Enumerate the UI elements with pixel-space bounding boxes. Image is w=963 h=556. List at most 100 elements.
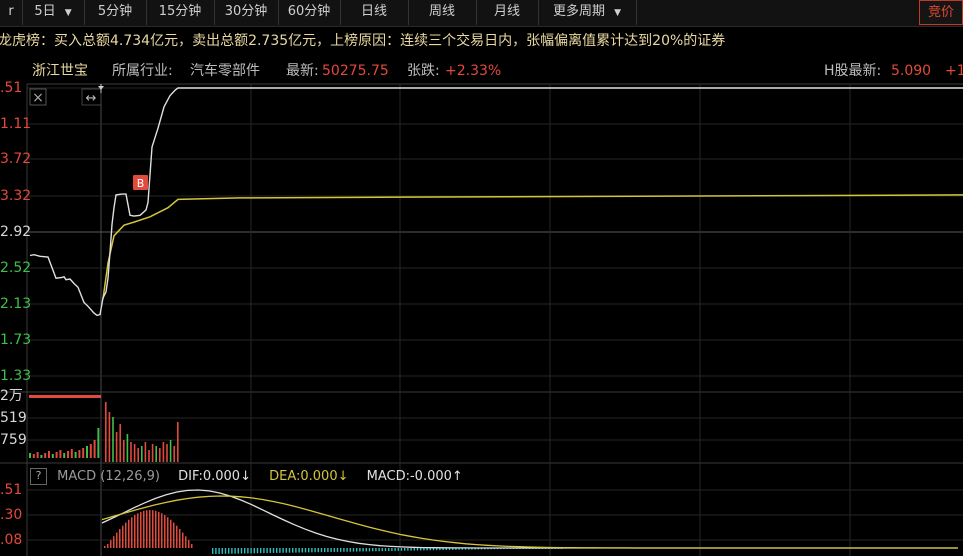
price-line (29, 87, 963, 317)
macd-bar (423, 548, 425, 551)
macd-bar (429, 548, 431, 551)
macd-bar (394, 548, 396, 551)
volume-bar (166, 444, 168, 462)
macd-axis-label: .51 (0, 482, 23, 498)
macd-bar (388, 548, 390, 551)
volume-bar (115, 432, 118, 462)
price-axis-label: 3.72 (0, 151, 32, 167)
macd-bar (107, 544, 109, 548)
macd-bar (336, 548, 339, 552)
volume-bar (40, 455, 43, 458)
macd-bar (368, 548, 371, 552)
price-axis-label: 1.11 (0, 116, 32, 132)
macd-dif-value: DIF:0.000↓ (178, 469, 251, 484)
volume-bars (29, 395, 179, 462)
macd-bar (276, 548, 278, 553)
volume-bar (162, 442, 165, 462)
macd-bar (426, 548, 428, 551)
macd-axis-label: .30 (0, 507, 23, 523)
macd-bar (185, 536, 187, 548)
macd-bar (149, 510, 151, 548)
volume-bar (44, 453, 47, 458)
volume-bar (36, 452, 39, 458)
macd-bar (327, 548, 329, 553)
macd-bar (256, 548, 259, 554)
macd-bar (224, 548, 227, 554)
macd-bar (182, 532, 184, 548)
volume-bar (93, 440, 96, 458)
macd-header: ? MACD (12,26,9) DIF:0.000↓ DEA:0.000↓ M… (30, 467, 463, 487)
volume-bar (97, 428, 100, 458)
macd-bar (292, 548, 294, 553)
macd-indicator-label[interactable]: MACD (12,26,9) (57, 469, 160, 484)
buy-marker-label: B (137, 177, 145, 190)
buy-marker[interactable]: B (133, 175, 148, 190)
volume-bar (133, 444, 136, 462)
macd-bar (282, 548, 284, 553)
macd-bar (400, 548, 403, 551)
volume-bar (144, 442, 147, 462)
volume-bar (32, 454, 35, 458)
help-icon[interactable]: ? (30, 468, 47, 485)
macd-bar (272, 548, 275, 553)
macd-bar (244, 548, 246, 554)
macd-bar (119, 529, 121, 548)
volume-bar (137, 448, 139, 462)
macd-bar (397, 548, 399, 551)
macd-bar (391, 548, 393, 551)
resize-handle-icon[interactable]: ↔ (81, 88, 102, 106)
close-icon[interactable]: × (29, 88, 47, 106)
macd-bar (161, 513, 163, 548)
macd-bar (122, 525, 124, 548)
macd-bar (191, 544, 193, 548)
macd-bar (260, 548, 262, 554)
macd-bar (343, 548, 345, 552)
macd-bar (176, 525, 178, 548)
volume-bar (86, 446, 88, 458)
macd-bar (128, 519, 130, 548)
volume-bar (108, 412, 111, 462)
macd-bar (266, 548, 268, 554)
macd-bar (250, 548, 252, 554)
macd-dif-line (101, 489, 958, 549)
volume-bar (29, 395, 101, 398)
macd-bar (131, 517, 133, 548)
price-axis-label: 2.52 (0, 260, 32, 276)
macd-bar (125, 522, 127, 548)
macd-bar (420, 548, 422, 551)
price-axis-label: 2.92 (0, 224, 32, 240)
macd-bar (365, 548, 367, 552)
macd-bar (285, 548, 287, 553)
macd-bar (330, 548, 332, 552)
volume-bar (59, 450, 62, 458)
volume-bar (151, 444, 154, 462)
macd-bar (308, 548, 310, 553)
macd-value: MACD:-0.000↑ (366, 469, 463, 484)
volume-bar (70, 449, 73, 458)
volume-bar (130, 442, 132, 462)
macd-bar (279, 548, 281, 553)
macd-bar (404, 548, 406, 551)
macd-bar (234, 548, 236, 554)
macd-bar (352, 548, 355, 552)
macd-bar (413, 548, 415, 551)
macd-bar (158, 511, 160, 548)
volume-axis-label: 759 (0, 432, 27, 448)
macd-bar (378, 548, 380, 552)
macd-bar (340, 548, 342, 552)
macd-bar (143, 510, 145, 548)
macd-bar (167, 517, 169, 548)
macd-bar (346, 548, 348, 552)
price-axis-label: 3.32 (0, 188, 32, 204)
macd-bar (104, 546, 106, 548)
volume-bar (141, 446, 143, 462)
macd-bar (240, 548, 243, 554)
macd-bar (188, 540, 190, 548)
volume-bar (51, 454, 54, 458)
macd-bar (134, 515, 136, 548)
macd-bar (146, 510, 148, 548)
volume-bar (126, 434, 129, 462)
average-price-line (102, 194, 963, 299)
macd-bar (228, 548, 230, 554)
macd-bar (317, 548, 319, 553)
